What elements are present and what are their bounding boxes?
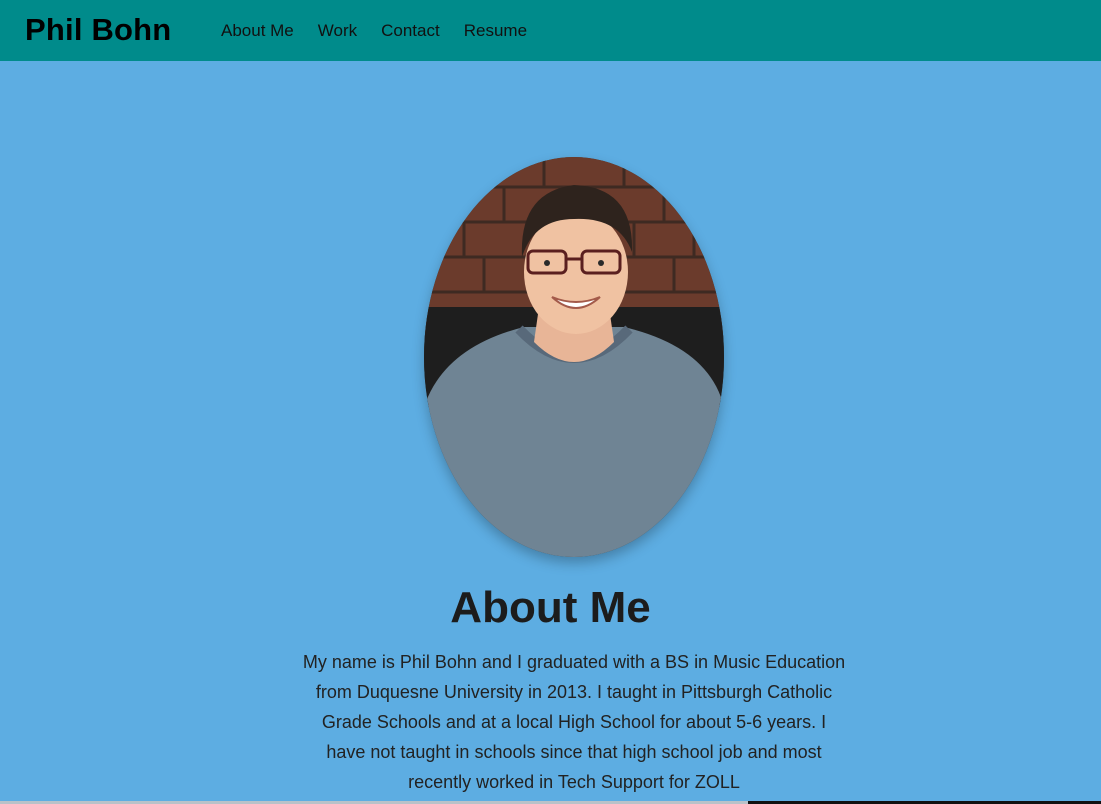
about-bio: My name is Phil Bohn and I graduated wit… xyxy=(302,652,846,792)
nav-link-work[interactable]: Work xyxy=(318,20,357,42)
profile-portrait xyxy=(424,157,724,557)
brand-link[interactable]: Phil Bohn xyxy=(25,12,171,48)
nav-links: About Me Work Contact Resume xyxy=(221,20,551,42)
nav-link-about-me[interactable]: About Me xyxy=(221,20,294,42)
navbar: Phil Bohn About Me Work Contact Resume xyxy=(0,0,1101,61)
nav-link-resume[interactable]: Resume xyxy=(464,20,527,42)
nav-link-contact[interactable]: Contact xyxy=(381,20,440,42)
about-heading: About Me xyxy=(450,583,651,632)
portrait-illustration xyxy=(424,157,724,557)
